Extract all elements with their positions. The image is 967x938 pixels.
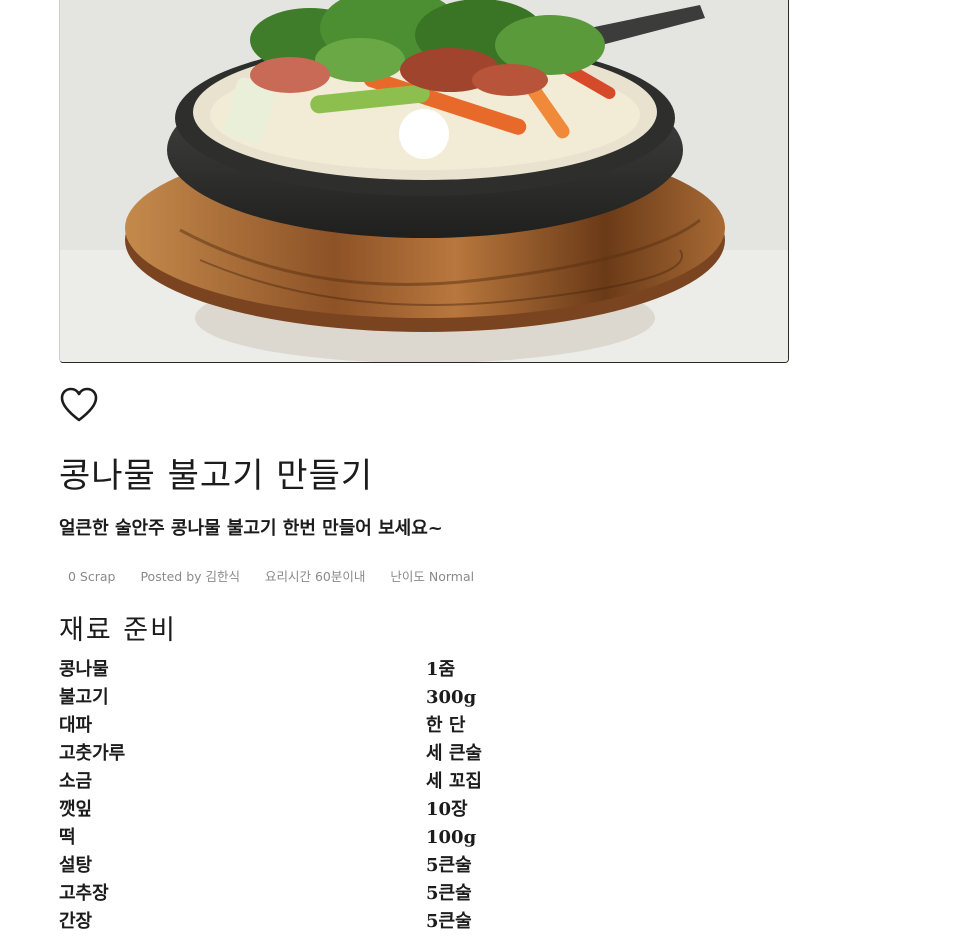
ingredient-name: 대파 [59,715,93,736]
ingredient-qty: 10장 [426,799,468,820]
ingredient-name: 고추장 [59,883,109,904]
recipe-meta: 0 Scrap Posted by 김한식 요리시간 60분이내 난이도 Nor… [68,566,495,585]
ingredient-name: 떡 [59,827,76,848]
cook-time: 요리시간 60분이내 [265,569,366,584]
ingredient-qty: 100g [426,827,477,848]
ingredients-heading: 재료 준비 [59,615,177,646]
ingredient-qty: 세 큰술 [426,743,482,764]
recipe-photo [60,0,788,362]
ingredient-qty: 5큰술 [426,911,472,932]
heart-icon [60,387,98,422]
ingredient-qty: 300g [426,687,477,708]
ingredient-row: 깻잎 10장 [59,796,659,824]
ingredient-name: 콩나물 [59,659,109,680]
difficulty: 난이도 Normal [390,569,475,584]
ingredient-row: 대파 한 단 [59,712,659,740]
ingredient-name: 소금 [59,771,93,792]
slider-dot-button[interactable] [399,109,449,159]
ingredient-qty: 세 꼬집 [426,771,482,792]
ingredient-row: 고추장 5큰술 [59,880,659,908]
scrap-count[interactable]: 0 Scrap [68,569,115,584]
ingredient-row: 콩나물 1줌 [59,656,659,684]
ingredient-row: 불고기 300g [59,684,659,712]
ingredient-row: 소금 세 꼬집 [59,768,659,796]
ingredient-name: 깻잎 [59,799,93,820]
ingredient-qty: 5큰술 [426,883,472,904]
ingredient-row: 고춧가루 세 큰술 [59,740,659,768]
ingredients-list: 콩나물 1줌 불고기 300g 대파 한 단 고춧가루 세 큰술 소금 세 꼬집… [59,656,659,936]
ingredient-row: 설탕 5큰술 [59,852,659,880]
recipe-subtitle: 얼큰한 술안주 콩나물 불고기 한번 만들어 보세요~ [59,518,443,539]
ingredient-row: 간장 5큰술 [59,908,659,936]
recipe-title: 콩나물 불고기 만들기 [59,456,374,496]
ingredient-name: 간장 [59,911,93,932]
ingredient-name: 불고기 [59,687,109,708]
ingredient-name: 설탕 [59,855,93,876]
ingredient-qty: 1줌 [426,659,456,680]
ingredient-name: 고춧가루 [59,743,126,764]
hero-image [59,0,789,363]
author-link[interactable]: Posted by 김한식 [140,569,240,584]
like-button[interactable] [59,386,99,424]
ingredient-row: 떡 100g [59,824,659,852]
ingredient-qty: 한 단 [426,715,466,736]
ingredient-qty: 5큰술 [426,855,472,876]
